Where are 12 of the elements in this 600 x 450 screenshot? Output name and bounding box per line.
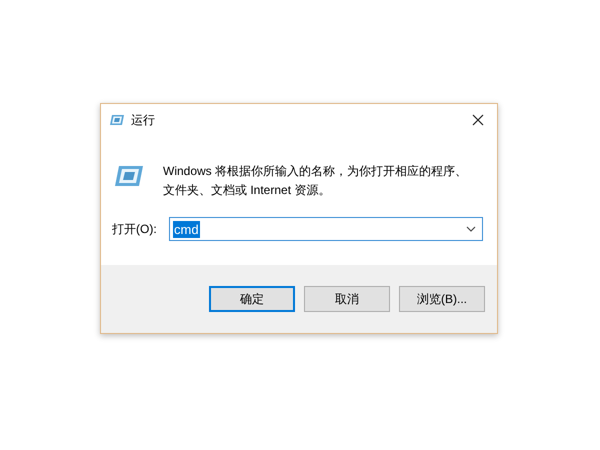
dialog-button[interactable]: 浏览(B)... xyxy=(399,286,485,312)
window-title: 运行 xyxy=(131,112,155,129)
description-text: Windows 将根据你所输入的名称，为你打开相应的程序、文件夹、文档或 Internet 资源。 xyxy=(163,163,468,199)
dropdown-chevron-icon xyxy=(466,226,476,232)
dialog-button[interactable]: 确定 xyxy=(209,286,295,312)
field-value: cmd xyxy=(173,220,200,238)
dialog-button[interactable]: 取消 xyxy=(304,286,390,312)
open-label: 打开(O): xyxy=(112,221,158,238)
open-combo-field[interactable]: cmd xyxy=(169,217,483,241)
run-icon xyxy=(109,114,125,126)
close-icon xyxy=(472,114,484,126)
run-icon xyxy=(112,164,146,188)
